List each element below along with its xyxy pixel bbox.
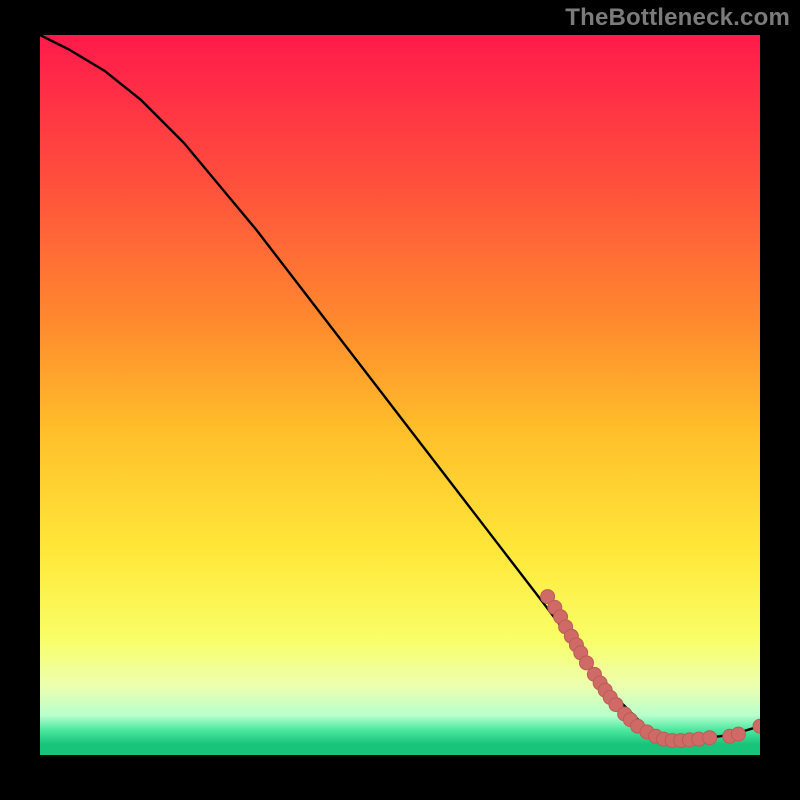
chart-svg (40, 35, 760, 755)
chart-frame: TheBottleneck.com (0, 0, 800, 800)
gradient-background (40, 35, 760, 755)
data-marker (731, 727, 745, 741)
plot-area (40, 35, 760, 755)
data-marker (703, 731, 717, 745)
watermark-text: TheBottleneck.com (565, 4, 790, 32)
